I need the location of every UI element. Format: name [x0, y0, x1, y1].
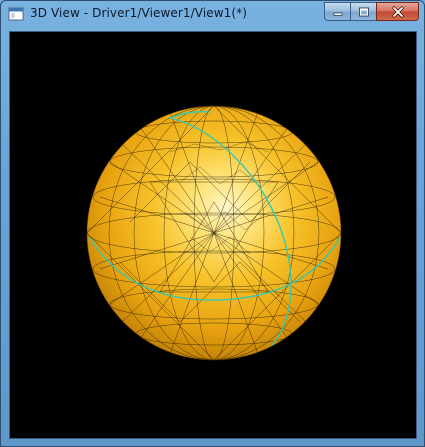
maximize-icon [358, 7, 369, 16]
window-app-icon [8, 7, 24, 21]
3d-viewport[interactable] [9, 31, 417, 439]
caption-buttons [324, 2, 419, 21]
viewer-window: 3D View - Driver1/Viewer1/View1(*) [0, 0, 425, 447]
close-icon [391, 5, 404, 18]
minimize-icon [333, 12, 342, 16]
close-button[interactable] [376, 2, 419, 21]
title-bar[interactable]: 3D View - Driver1/Viewer1/View1(*) [1, 1, 424, 27]
maximize-button[interactable] [350, 2, 376, 21]
window-title: 3D View - Driver1/Viewer1/View1(*) [30, 6, 248, 20]
sphere-render [86, 105, 342, 361]
minimize-button[interactable] [324, 2, 350, 21]
